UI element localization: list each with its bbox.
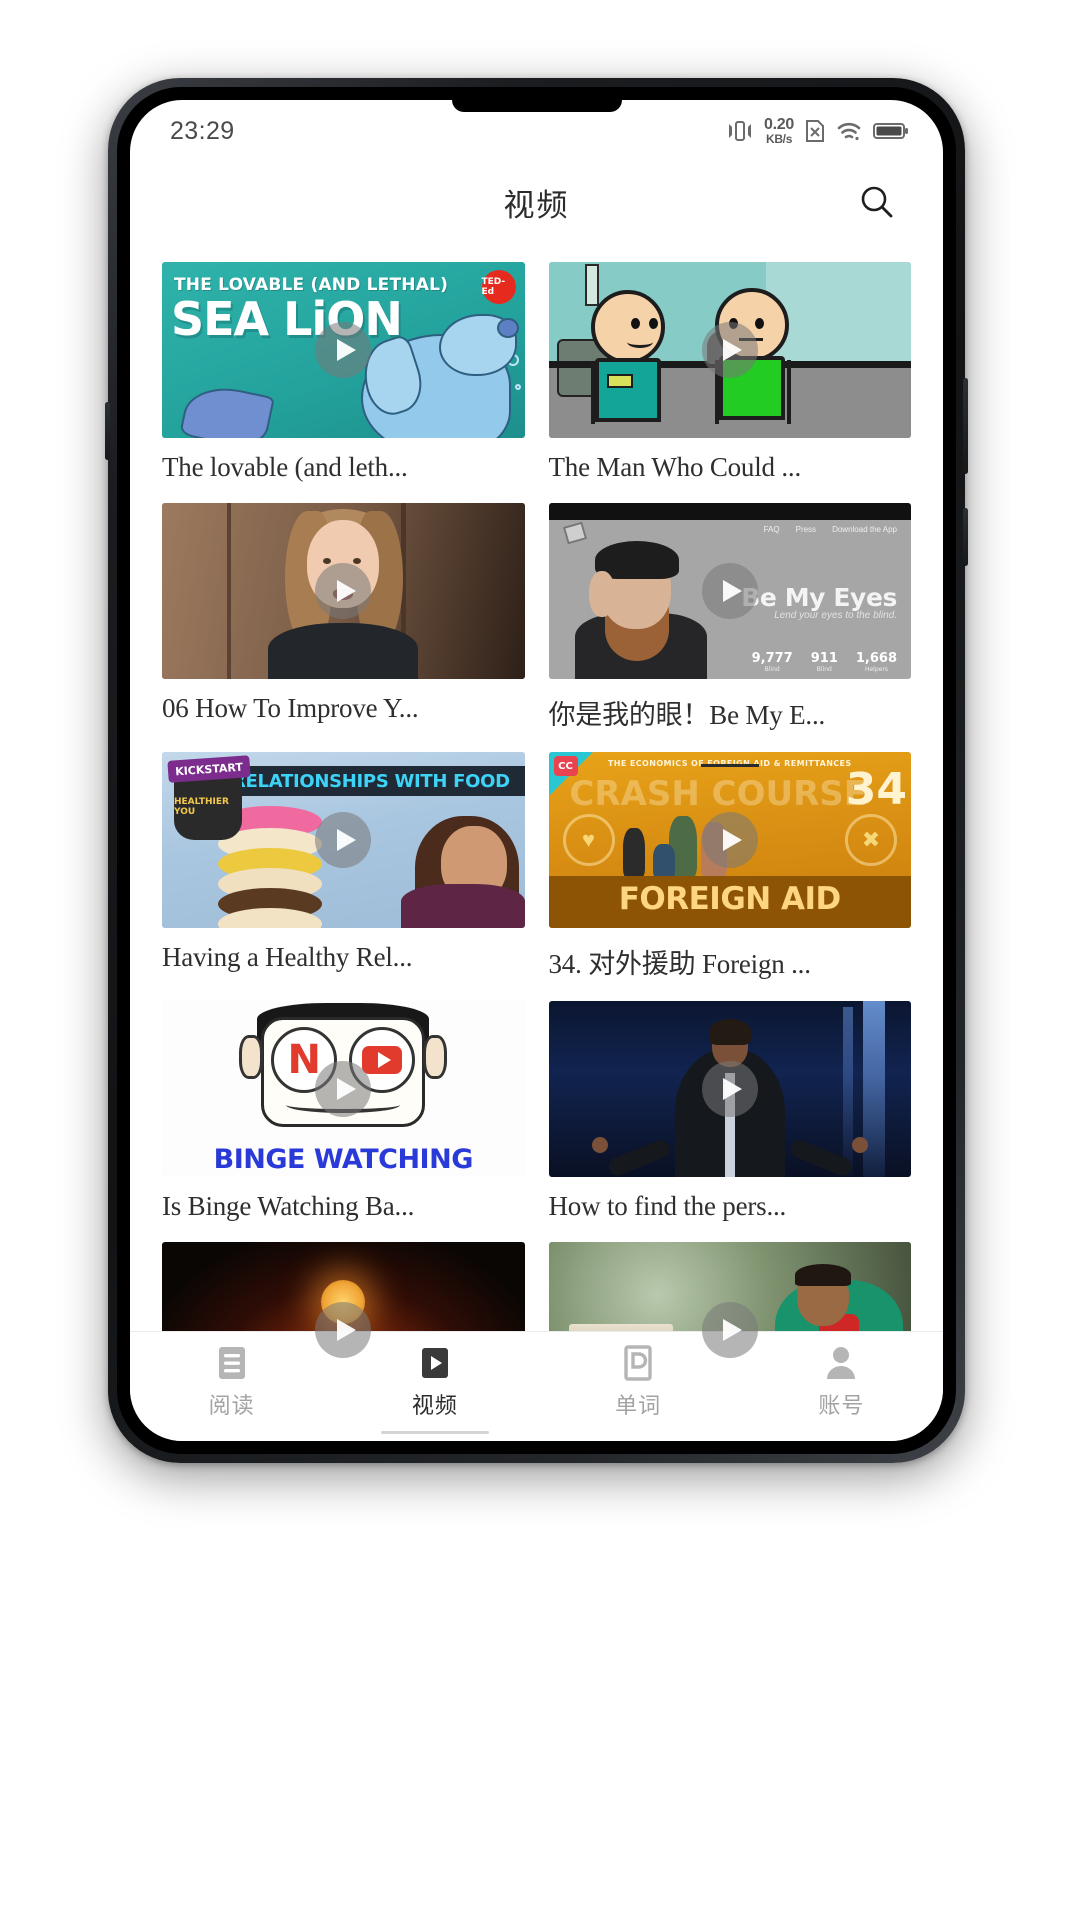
video-title: Is Binge Watching Ba... — [162, 1191, 415, 1221]
play-button-overlay[interactable] — [701, 1061, 758, 1117]
volume-up-button[interactable] — [105, 402, 110, 460]
video-thumbnail[interactable]: N BINGE WATCHING — [162, 1001, 525, 1177]
closed-caption-badge: CC — [553, 756, 578, 776]
video-thumbnail[interactable]: CC THE ECONOMICS OF FOREIGN AID & REMITT… — [548, 752, 911, 928]
thumb-banner-text: RELATIONSHIPS WITH FOOD — [232, 771, 510, 792]
play-button-overlay[interactable] — [315, 812, 372, 868]
volume-down-button[interactable] — [963, 508, 968, 566]
stat-value: 9,777 — [751, 651, 793, 666]
play-button-overlay[interactable] — [701, 322, 758, 378]
tab-video[interactable]: 视频 — [333, 1344, 536, 1434]
video-thumbnail[interactable]: THE LOVABLE (AND LETHAL) SEA LiON TED-Ed — [162, 262, 525, 438]
network-speed-indicator: 0.20 KB/s — [764, 116, 794, 146]
tab-account[interactable]: 账号 — [740, 1344, 943, 1420]
play-button-overlay[interactable] — [315, 1302, 372, 1358]
video-card[interactable]: 06 How To Improve Y... — [162, 503, 525, 752]
active-tab-indicator — [380, 1431, 489, 1434]
stat-label: Blind — [816, 666, 832, 673]
video-card[interactable]: FAQ Press Download the App Be My Eyes Le… — [548, 503, 911, 752]
video-title: The lovable (and leth... — [162, 452, 408, 482]
thumb-shield-text: HEALTHIER YOU — [174, 797, 229, 817]
video-title: Having a Healthy Rel... — [162, 942, 413, 972]
bottom-tab-bar: 阅读 视频 单词 账号 — [130, 1331, 943, 1441]
video-card[interactable]: How to find the pers... — [548, 1001, 911, 1242]
status-clock: 23:29 — [170, 116, 235, 145]
video-card[interactable]: The Man Who Could ... — [548, 262, 911, 503]
site-nav: FAQ Press Download the App — [764, 525, 897, 534]
stat-value: 1,668 — [855, 651, 897, 666]
play-button-overlay[interactable] — [701, 1302, 758, 1358]
tab-label: 单词 — [615, 1394, 662, 1419]
camera-notch — [451, 100, 622, 112]
nav-item: Download the App — [832, 525, 897, 534]
tab-label: 账号 — [818, 1394, 865, 1419]
stat-value: 911 — [810, 651, 838, 666]
power-button[interactable] — [963, 378, 968, 474]
tab-reading[interactable]: 阅读 — [130, 1344, 333, 1420]
search-icon[interactable] — [855, 180, 899, 224]
app-header: 视频 — [130, 156, 943, 248]
thumb-ghost-text: CRASH COURSE — [569, 774, 867, 814]
thumb-caption: BINGE WATCHING — [213, 1144, 474, 1175]
thumb-headline: Be My Eyes — [741, 583, 897, 612]
wifi-icon — [836, 120, 862, 142]
video-card[interactable]: N BINGE WATCHING Is Binge Watching Ba... — [162, 1001, 525, 1242]
reading-list-icon — [215, 1344, 249, 1382]
status-icon-group: 0.20 KB/s — [727, 117, 909, 145]
play-button-overlay[interactable] — [315, 322, 372, 378]
thumb-subheadline: Lend your eyes to the blind. — [774, 610, 897, 621]
thumb-band-text: FOREIGN AID — [618, 881, 842, 917]
battery-icon — [873, 121, 909, 141]
video-title: 34. 对外援助 Foreign ... — [548, 949, 811, 979]
netflix-n-letter: N — [287, 1037, 321, 1083]
video-thumbnail[interactable] — [162, 503, 525, 679]
stat-label: Blind — [764, 666, 780, 673]
ted-ed-badge: TED-Ed — [481, 270, 516, 304]
play-video-icon — [418, 1344, 452, 1382]
nav-item: FAQ — [763, 525, 780, 534]
video-thumbnail[interactable] — [548, 1001, 911, 1177]
phone-screen: 23:29 0.20 KB/s 视频 THE LOVABLE (AND LETH… — [130, 100, 943, 1441]
play-button-overlay[interactable] — [701, 563, 758, 619]
tab-label: 视频 — [411, 1394, 458, 1419]
dictionary-icon — [621, 1344, 655, 1382]
account-person-icon — [824, 1344, 858, 1382]
video-thumbnail[interactable]: FAQ Press Download the App Be My Eyes Le… — [548, 503, 911, 679]
video-thumbnail[interactable]: RELATIONSHIPS WITH FOOD HEALTHIER YOU KI… — [162, 752, 525, 928]
thumb-episode-number: 34 — [845, 764, 907, 815]
phone-device: 23:29 0.20 KB/s 视频 THE LOVABLE (AND LETH… — [105, 78, 968, 1463]
sim-card-disabled-icon — [805, 119, 825, 143]
video-thumbnail[interactable] — [548, 262, 911, 438]
tab-words[interactable]: 单词 — [537, 1344, 740, 1420]
page-title: 视频 — [503, 187, 570, 224]
video-grid: THE LOVABLE (AND LETHAL) SEA LiON TED-Ed… — [130, 248, 943, 1441]
youtube-play-icon — [362, 1046, 403, 1074]
video-card[interactable]: RELATIONSHIPS WITH FOOD HEALTHIER YOU KI… — [162, 752, 525, 1001]
stat-label: Helpers — [864, 666, 888, 673]
play-button-overlay[interactable] — [315, 563, 372, 619]
video-title: The Man Who Could ... — [548, 452, 802, 482]
video-title: How to find the pers... — [548, 1191, 787, 1221]
nav-item: Press — [795, 525, 817, 534]
video-title: 06 How To Improve Y... — [162, 693, 419, 723]
be-my-eyes-logo-icon — [562, 521, 587, 545]
play-button-overlay[interactable] — [315, 1061, 372, 1117]
site-stats: 9,777 Blind 911 Blind 1,668 Helpers — [752, 651, 897, 673]
play-button-overlay[interactable] — [701, 812, 758, 868]
video-card[interactable]: THE LOVABLE (AND LETHAL) SEA LiON TED-Ed… — [162, 262, 525, 503]
video-card[interactable]: CC THE ECONOMICS OF FOREIGN AID & REMITT… — [548, 752, 911, 1001]
vibrate-icon — [727, 120, 753, 142]
tab-label: 阅读 — [208, 1394, 255, 1419]
video-title: 你是我的眼！Be My E... — [548, 700, 826, 730]
